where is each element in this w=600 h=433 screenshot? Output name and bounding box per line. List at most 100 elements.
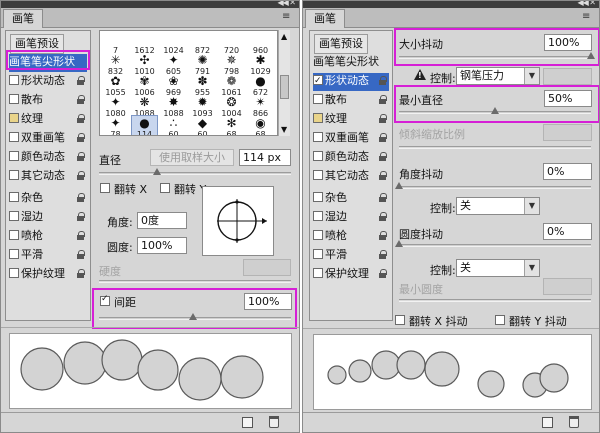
sidebar-item[interactable]: 颜色动态 xyxy=(313,149,389,167)
sidebar-item[interactable]: 湿边 xyxy=(313,209,389,227)
sidebar-item[interactable]: 平滑 xyxy=(9,247,87,265)
collapse-icon[interactable]: ◀◀ ✕ xyxy=(277,1,296,7)
angle-jitter-input[interactable]: 0% xyxy=(543,163,592,180)
sidebar-item[interactable]: 其它动态 xyxy=(9,168,87,186)
sidebar-item[interactable]: 颜色动态 xyxy=(9,149,87,167)
tab-brush[interactable]: 画笔 xyxy=(3,9,43,28)
sidebar-item[interactable]: 双重画笔 xyxy=(9,130,87,148)
lock-icon[interactable] xyxy=(76,193,85,203)
panel-menu-icon[interactable]: ≡ xyxy=(282,12,294,22)
lock-icon[interactable] xyxy=(378,193,387,203)
lock-icon[interactable] xyxy=(378,171,387,181)
sidebar-checkbox[interactable] xyxy=(9,132,19,142)
use-sample-size-button[interactable]: 使用取样大小 xyxy=(150,149,234,166)
lock-icon[interactable] xyxy=(378,114,387,124)
sidebar-checkbox[interactable] xyxy=(313,192,323,202)
sidebar-checkbox[interactable] xyxy=(313,132,323,142)
size-jitter-input[interactable]: 100% xyxy=(544,34,592,51)
sidebar-checkbox[interactable] xyxy=(313,94,323,104)
slider-knob[interactable] xyxy=(587,52,595,60)
collapse-icon[interactable]: ◀◀ ✕ xyxy=(577,1,596,7)
roundness-jitter-input[interactable]: 0% xyxy=(543,223,592,240)
sidebar-checkbox[interactable] xyxy=(9,211,19,221)
scroll-down-icon[interactable]: ▼ xyxy=(281,125,287,134)
new-preset-icon[interactable] xyxy=(542,417,553,428)
lock-icon[interactable] xyxy=(378,95,387,105)
brush-tip-grid[interactable]: 7 1612 1024 872 720 960 ✳ 832 ✣ 1010 ✦ 605 ✺ 791 ✵ 798 ✱… xyxy=(99,30,278,136)
new-preset-icon[interactable] xyxy=(242,417,253,428)
brush-tip-cell[interactable]: ✦ 78 xyxy=(103,116,128,135)
slider-knob[interactable] xyxy=(491,107,499,115)
lock-icon[interactable] xyxy=(378,76,387,86)
spacing-checkbox[interactable] xyxy=(100,294,110,306)
scroll-thumb[interactable] xyxy=(280,75,289,99)
sidebar-item[interactable]: 形状动态 xyxy=(9,73,87,91)
flip-y-jitter-checkbox[interactable] xyxy=(495,315,505,325)
sidebar-item[interactable]: 纹理 xyxy=(313,111,389,129)
diameter-input[interactable]: 114 px xyxy=(239,149,291,166)
brush-presets-button[interactable]: 画笔预设 xyxy=(10,34,64,54)
roundness-jitter-slider[interactable] xyxy=(395,240,591,247)
slider-knob[interactable] xyxy=(189,313,198,321)
lock-icon[interactable] xyxy=(76,114,85,124)
roundness-input[interactable]: 100% xyxy=(137,237,187,254)
sidebar-checkbox[interactable] xyxy=(313,211,323,221)
sidebar-item[interactable]: 湿边 xyxy=(9,209,87,227)
lock-icon[interactable] xyxy=(76,250,85,260)
sidebar-checkbox[interactable] xyxy=(9,192,19,202)
lock-icon[interactable] xyxy=(76,231,85,241)
sidebar-checkbox[interactable] xyxy=(9,170,19,180)
panel-menu-icon[interactable]: ≡ xyxy=(582,12,594,22)
lock-icon[interactable] xyxy=(378,133,387,143)
scroll-up-icon[interactable]: ▲ xyxy=(281,32,287,41)
sidebar-item[interactable]: 散布 xyxy=(9,92,87,110)
lock-icon[interactable] xyxy=(76,95,85,105)
flip-x-jitter-checkbox[interactable] xyxy=(395,315,405,325)
sidebar-item[interactable]: 喷枪 xyxy=(313,228,389,246)
sidebar-checkbox[interactable] xyxy=(313,73,323,89)
lock-icon[interactable] xyxy=(378,212,387,222)
lock-icon[interactable] xyxy=(378,152,387,162)
sidebar-item[interactable]: 保护纹理 xyxy=(9,266,87,284)
panel-title-bar[interactable]: ◀◀ ✕ xyxy=(303,1,599,8)
slider-knob[interactable] xyxy=(395,182,403,190)
lock-icon[interactable] xyxy=(76,133,85,143)
brush-tip-cell[interactable]: ◉ 68 xyxy=(248,116,273,135)
sidebar-item[interactable]: 散布 xyxy=(313,92,389,110)
sidebar-item[interactable]: 其它动态 xyxy=(313,168,389,186)
lock-icon[interactable] xyxy=(76,171,85,181)
panel-title-bar[interactable]: ◀◀ ✕ xyxy=(1,1,299,8)
control2-select[interactable]: 关 ▼ xyxy=(456,197,540,215)
brush-tip-cell[interactable]: ∴ 60 xyxy=(161,116,186,135)
spacing-slider[interactable] xyxy=(99,313,291,320)
min-diameter-slider[interactable] xyxy=(399,107,591,114)
sidebar-item[interactable]: 画笔笔尖形状 xyxy=(313,54,389,72)
spacing-input[interactable]: 100% xyxy=(244,293,292,310)
sidebar-item[interactable]: 形状动态 xyxy=(313,73,389,91)
sidebar-item[interactable]: 平滑 xyxy=(313,247,389,265)
chevron-down-icon[interactable]: ▼ xyxy=(524,260,539,276)
size-jitter-slider[interactable] xyxy=(399,52,595,59)
trash-icon[interactable] xyxy=(269,416,279,428)
chevron-down-icon[interactable]: ▼ xyxy=(524,198,539,214)
sidebar-checkbox[interactable] xyxy=(9,113,19,123)
control1-select[interactable]: 钢笔压力 ▼ xyxy=(456,67,540,85)
sidebar-item[interactable]: 保护纹理 xyxy=(313,266,389,284)
lock-icon[interactable] xyxy=(76,269,85,279)
angle-roundness-widget[interactable] xyxy=(202,186,274,256)
sidebar-checkbox[interactable] xyxy=(313,151,323,161)
min-diameter-input[interactable]: 50% xyxy=(544,90,592,107)
sidebar-checkbox[interactable] xyxy=(9,151,19,161)
crosshair-circle-icon[interactable] xyxy=(203,187,273,255)
flip-x-checkbox[interactable] xyxy=(100,183,110,193)
lock-icon[interactable] xyxy=(378,269,387,279)
brush-presets-button[interactable]: 画笔预设 xyxy=(314,34,368,54)
brush-tip-cell[interactable]: ◆ 60 xyxy=(190,116,215,135)
sidebar-item[interactable]: 杂色 xyxy=(9,190,87,208)
sidebar-checkbox[interactable] xyxy=(313,249,323,259)
brush-tip-cell[interactable]: ✻ 68 xyxy=(219,116,244,135)
slider-knob[interactable] xyxy=(152,168,161,176)
brush-grid-scrollbar[interactable]: ▲ ▼ xyxy=(278,30,290,136)
lock-icon[interactable] xyxy=(378,250,387,260)
angle-input[interactable]: 0度 xyxy=(137,212,187,229)
